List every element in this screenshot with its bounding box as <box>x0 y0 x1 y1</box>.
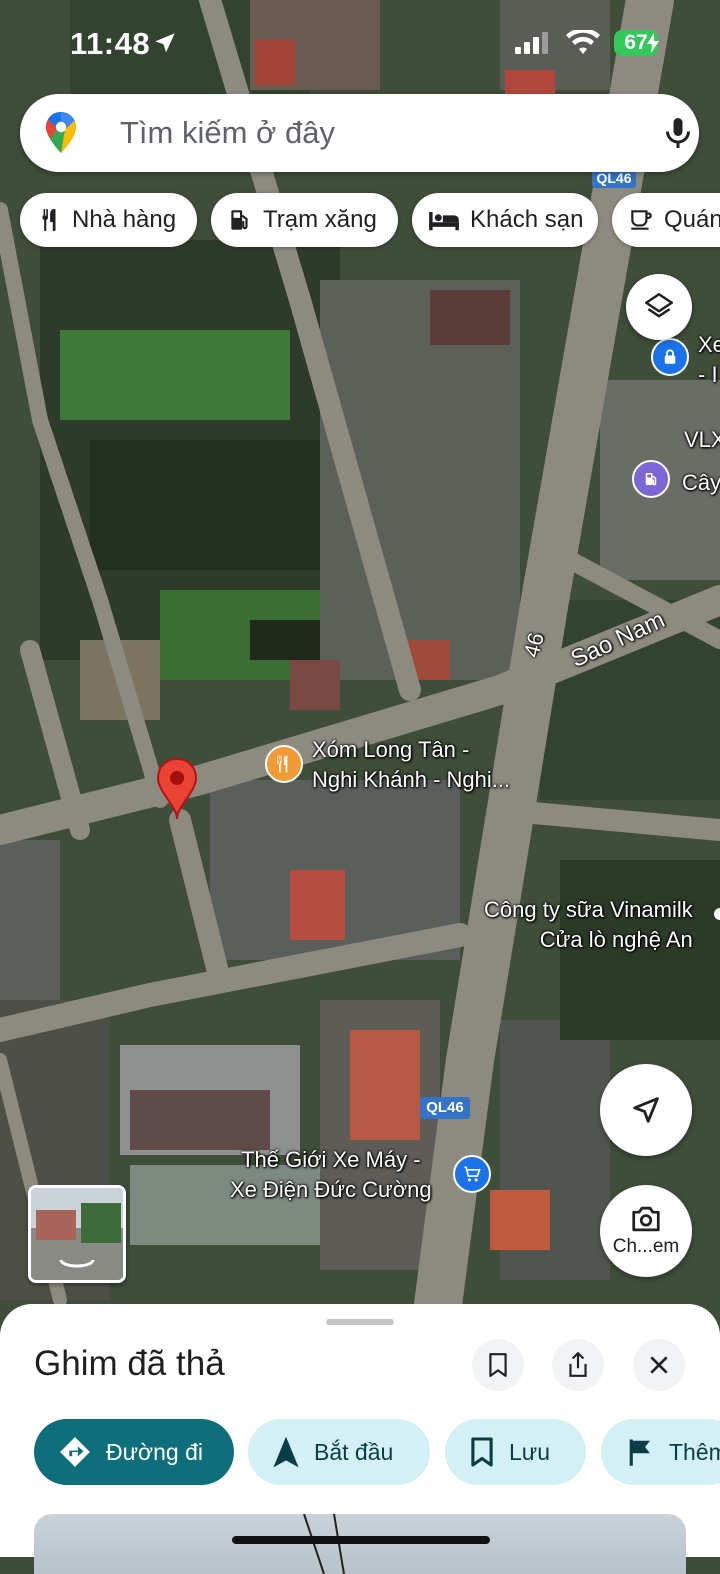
share-icon <box>569 1352 587 1377</box>
camera-button-label: Ch...em <box>612 1236 680 1257</box>
directions-icon <box>60 1437 90 1467</box>
place-label-edge-xe: Xe <box>698 332 720 357</box>
camera-search-icon <box>632 1206 660 1232</box>
chip-gas-stations[interactable]: Trạm xăng <box>211 193 398 247</box>
road-shield-ql46-bottom: QL46 <box>420 1097 470 1119</box>
road-shield-ql46-top: QL46 <box>596 170 631 186</box>
sheet-drag-handle[interactable] <box>326 1319 394 1325</box>
navigation-arrow-icon <box>273 1436 299 1468</box>
charging-bolt-icon <box>647 33 659 53</box>
search-bar[interactable]: Tìm kiếm ở đây <box>20 94 699 172</box>
close-button[interactable] <box>633 1339 685 1391</box>
microphone-icon[interactable] <box>660 113 696 153</box>
street-view-thumbnail[interactable] <box>28 1185 126 1283</box>
add-label-button[interactable]: Thêm <box>601 1419 720 1485</box>
bookmark-icon <box>489 1353 507 1377</box>
lock-poi-icon[interactable] <box>651 338 689 376</box>
bottom-sheet[interactable]: Ghim đã thả Đường đi Bắt đầu Lưu Thêm <box>0 1304 720 1574</box>
place-label-the-gioi-xe-may[interactable]: Thế Giới Xe Máy - Xe Điện Đức Cường <box>230 1145 432 1205</box>
bookmark-icon <box>471 1437 493 1467</box>
sheet-title: Ghim đã thả <box>34 1344 225 1383</box>
restaurant-icon <box>42 209 56 231</box>
layers-icon <box>644 292 674 318</box>
start-label: Bắt đầu <box>314 1438 394 1465</box>
place-label-line: Công ty sữa Vinamilk <box>484 897 693 922</box>
flag-icon <box>629 1439 650 1466</box>
place-label-vinamilk[interactable]: Công ty sữa Vinamilk Cửa lò nghệ An <box>484 895 693 955</box>
dropped-pin-icon[interactable] <box>155 757 199 826</box>
directions-label: Đường đi <box>106 1438 203 1465</box>
chip-label: Quán <box>664 206 720 233</box>
cafe-icon <box>631 210 652 230</box>
place-photo-preview[interactable] <box>34 1514 686 1574</box>
shopping-cart-poi-icon[interactable] <box>453 1155 491 1193</box>
place-label-line: Xóm Long Tân - <box>312 737 470 762</box>
start-navigation-button[interactable]: Bắt đầu <box>248 1419 430 1485</box>
save-button[interactable]: Lưu <box>445 1419 586 1485</box>
cellular-signal-icon <box>515 32 548 54</box>
gas-station-icon <box>231 210 248 230</box>
poi-dot-icon <box>714 908 720 920</box>
place-label-xom-long-tan[interactable]: Xóm Long Tân - Nghi Khánh - Nghi... <box>312 735 510 795</box>
place-label-line: Xe Điện Đức Cường <box>230 1177 432 1202</box>
chip-cafes[interactable]: Quán <box>612 193 720 247</box>
restaurant-poi-icon[interactable] <box>265 745 303 783</box>
lens-camera-button[interactable]: Ch...em <box>600 1185 692 1277</box>
save-label: Lưu <box>509 1438 550 1465</box>
place-label-edge-vlx: VLX <box>684 427 720 452</box>
status-time: 11:48 <box>70 26 151 61</box>
chip-label: Trạm xăng <box>263 206 377 233</box>
google-maps-logo-icon <box>46 112 76 153</box>
save-bookmark-button[interactable] <box>472 1339 524 1391</box>
add-label-text: Thêm <box>669 1438 720 1465</box>
share-button[interactable] <box>552 1339 604 1391</box>
map-layers-button[interactable] <box>626 274 692 340</box>
place-label-edge-cay: Cây <box>682 470 720 495</box>
place-label-edge-dash: - I <box>698 362 718 387</box>
chip-hotels[interactable]: Khách sạn <box>412 193 598 247</box>
place-label-line: Nghi Khánh - Nghi... <box>312 767 511 792</box>
wifi-icon <box>566 30 600 54</box>
close-icon <box>650 1356 668 1374</box>
gas-station-poi-icon[interactable] <box>632 460 670 498</box>
chip-label: Khách sạn <box>470 206 584 233</box>
navigation-arrow-outline-icon <box>633 1097 659 1123</box>
chip-restaurants[interactable]: Nhà hàng <box>20 193 197 247</box>
place-label-line: Thế Giới Xe Máy - <box>241 1147 421 1172</box>
place-label-line: Cửa lò nghệ An <box>539 927 693 952</box>
location-arrow-icon <box>155 33 175 53</box>
category-chips: Nhà hàng Trạm xăng Khách sạn Quán <box>20 193 720 249</box>
home-indicator[interactable] <box>232 1536 490 1544</box>
hotel-icon <box>429 212 459 231</box>
status-bar: 11:48 67 <box>0 0 720 80</box>
chip-label: Nhà hàng <box>72 206 177 233</box>
my-location-button[interactable] <box>600 1064 692 1156</box>
search-input[interactable]: Tìm kiếm ở đây <box>120 115 335 151</box>
directions-button[interactable]: Đường đi <box>34 1419 234 1485</box>
